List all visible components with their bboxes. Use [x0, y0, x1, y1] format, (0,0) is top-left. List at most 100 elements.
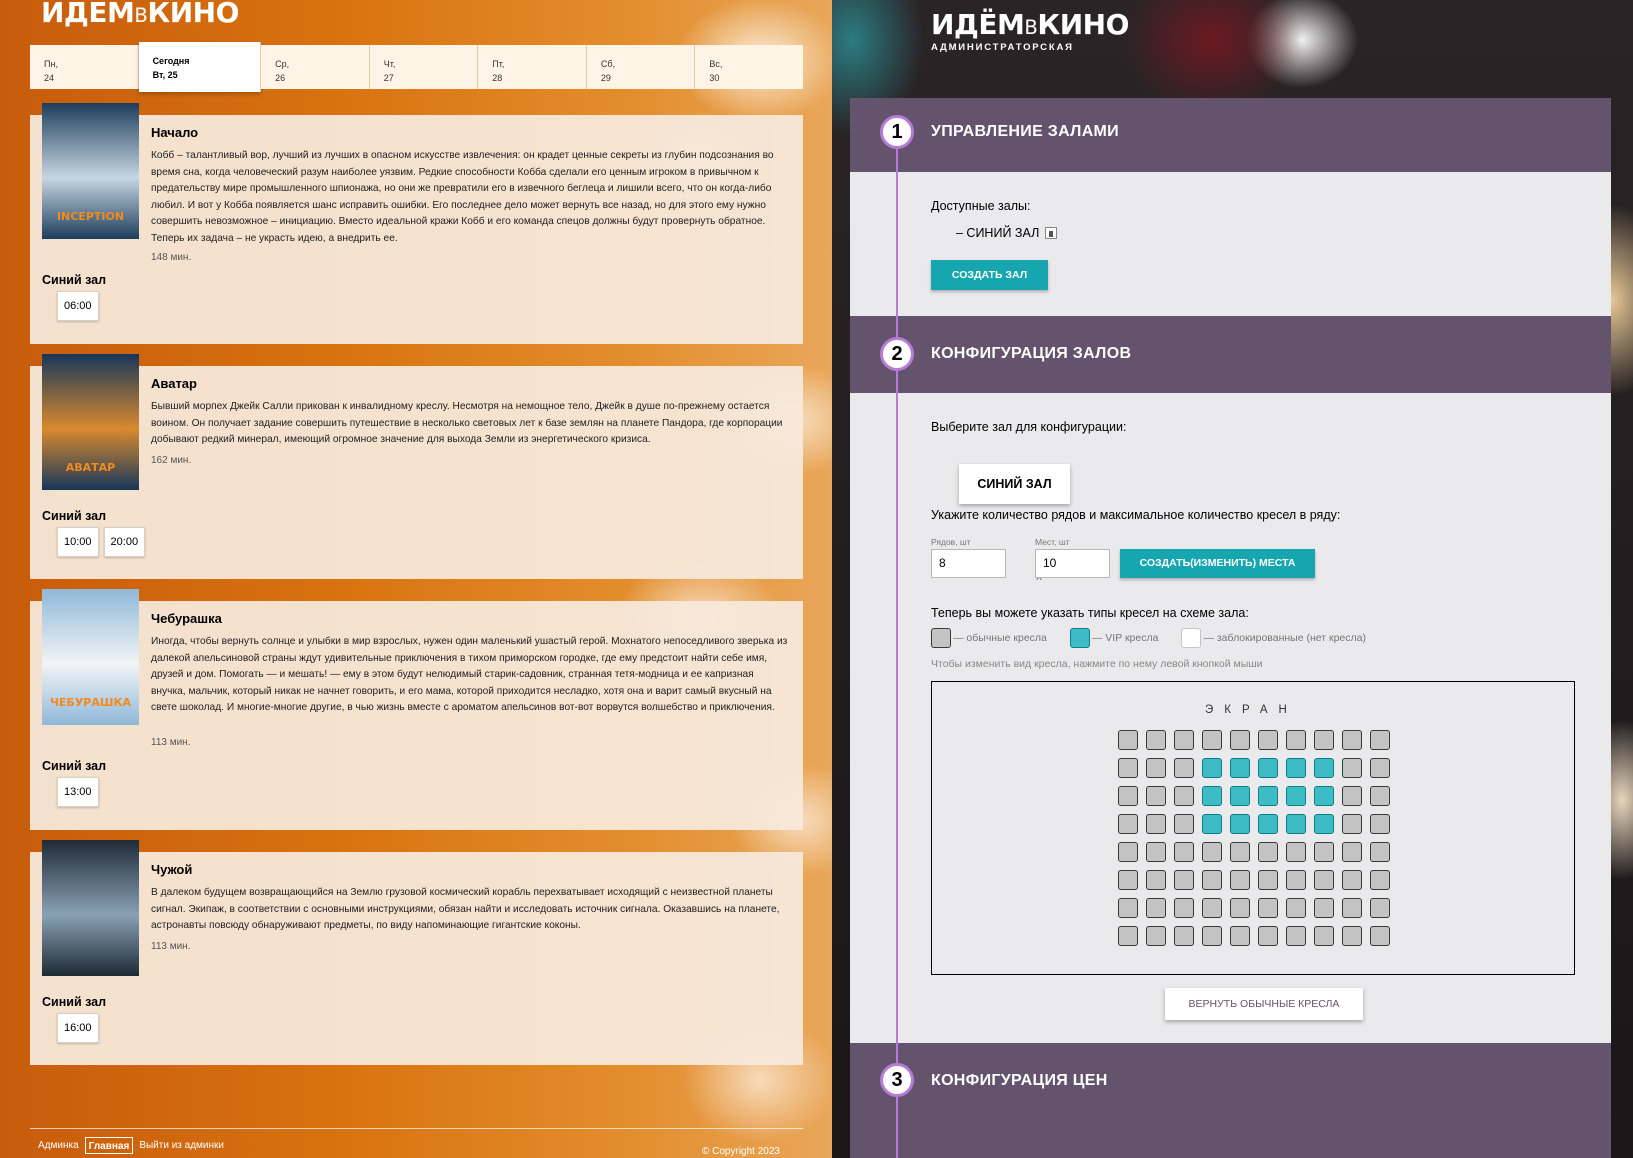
seat-standard[interactable] [1286, 926, 1306, 946]
seat-standard[interactable] [1118, 842, 1138, 862]
seat-standard[interactable] [1370, 730, 1390, 750]
seat-standard[interactable] [1286, 870, 1306, 890]
seat-standard[interactable] [1174, 926, 1194, 946]
seat-standard[interactable] [1118, 926, 1138, 946]
seat-standard[interactable] [1258, 926, 1278, 946]
seat-standard[interactable] [1118, 730, 1138, 750]
seat-standard[interactable] [1342, 730, 1362, 750]
seat-vip[interactable] [1258, 758, 1278, 778]
seat-standard[interactable] [1146, 870, 1166, 890]
day-tab[interactable]: Сегодня Вт, 25 [138, 42, 262, 92]
day-tab[interactable]: Ср, 26 [261, 45, 370, 89]
seat-standard[interactable] [1258, 842, 1278, 862]
seat-standard[interactable] [1286, 730, 1306, 750]
seat-standard[interactable] [1258, 898, 1278, 918]
seat-standard[interactable] [1370, 814, 1390, 834]
seat-standard[interactable] [1286, 898, 1306, 918]
seat-standard[interactable] [1118, 814, 1138, 834]
seat-standard[interactable] [1146, 898, 1166, 918]
day-tab[interactable]: Чт, 27 [369, 45, 479, 89]
session-time-button[interactable]: 16:00 [57, 1013, 99, 1043]
seat-standard[interactable] [1118, 898, 1138, 918]
seat-standard[interactable] [1258, 730, 1278, 750]
seat-standard[interactable] [1174, 758, 1194, 778]
seat-standard[interactable] [1370, 898, 1390, 918]
seat-vip[interactable] [1202, 758, 1222, 778]
seat-vip[interactable] [1286, 814, 1306, 834]
seat-standard[interactable] [1286, 842, 1306, 862]
seat-standard[interactable] [1314, 842, 1334, 862]
seat-vip[interactable] [1258, 786, 1278, 806]
seat-standard[interactable] [1146, 730, 1166, 750]
footer-link[interactable]: Главная [84, 1137, 134, 1154]
seat-standard[interactable] [1146, 758, 1166, 778]
seat-standard[interactable] [1146, 926, 1166, 946]
section-halls-header[interactable]: Управление залами [850, 98, 1611, 172]
seat-standard[interactable] [1202, 730, 1222, 750]
footer-link[interactable]: Админка [38, 1140, 79, 1151]
seat-standard[interactable] [1146, 786, 1166, 806]
seat-standard[interactable] [1258, 870, 1278, 890]
section-hall-config-header[interactable]: Конфигурация залов [850, 316, 1611, 393]
session-time-button[interactable]: 06:00 [57, 291, 99, 321]
seat-vip[interactable] [1230, 814, 1250, 834]
client-logo[interactable]: ИДЁМВКИНО [41, 0, 239, 29]
seat-standard[interactable] [1118, 758, 1138, 778]
seat-vip[interactable] [1314, 814, 1334, 834]
seat-standard[interactable] [1314, 870, 1334, 890]
seat-standard[interactable] [1314, 730, 1334, 750]
footer-link[interactable]: Выйти из админки [139, 1140, 224, 1151]
admin-logo[interactable]: ИДЁМВКИНО [931, 8, 1129, 41]
seat-standard[interactable] [1230, 926, 1250, 946]
seat-standard[interactable] [1174, 814, 1194, 834]
seat-standard[interactable] [1342, 758, 1362, 778]
day-tab[interactable]: Пт, 28 [478, 45, 587, 89]
seat-standard[interactable] [1342, 870, 1362, 890]
seat-standard[interactable] [1202, 842, 1222, 862]
seat-vip[interactable] [1314, 758, 1334, 778]
seat-vip[interactable] [1258, 814, 1278, 834]
seat-standard[interactable] [1342, 842, 1362, 862]
seat-vip[interactable] [1230, 758, 1250, 778]
trash-icon[interactable] [1045, 227, 1058, 239]
seat-standard[interactable] [1118, 870, 1138, 890]
session-time-button[interactable]: 13:00 [57, 777, 99, 807]
seat-standard[interactable] [1342, 786, 1362, 806]
day-tab[interactable]: Сб, 29 [586, 45, 696, 89]
seat-standard[interactable] [1174, 786, 1194, 806]
reset-seats-button[interactable]: Вернуть обычные кресла [1165, 988, 1363, 1020]
seat-standard[interactable] [1370, 870, 1390, 890]
create-hall-button[interactable]: Создать зал [931, 260, 1048, 290]
seat-standard[interactable] [1370, 842, 1390, 862]
create-seats-button[interactable]: Создать(изменить) места [1120, 549, 1315, 578]
seat-vip[interactable] [1230, 786, 1250, 806]
session-time-button[interactable]: 10:00 [57, 527, 99, 557]
day-tab[interactable]: Вс, 30 [695, 45, 803, 89]
seat-standard[interactable] [1342, 898, 1362, 918]
seat-vip[interactable] [1202, 814, 1222, 834]
day-tab[interactable]: Пн, 24 [30, 45, 139, 89]
seat-standard[interactable] [1230, 730, 1250, 750]
seat-standard[interactable] [1174, 870, 1194, 890]
seat-standard[interactable] [1370, 758, 1390, 778]
seat-standard[interactable] [1146, 842, 1166, 862]
seat-standard[interactable] [1174, 730, 1194, 750]
seat-standard[interactable] [1202, 898, 1222, 918]
hall-select-button[interactable]: Синий зал [959, 464, 1070, 504]
seat-vip[interactable] [1286, 786, 1306, 806]
seat-standard[interactable] [1314, 898, 1334, 918]
seat-standard[interactable] [1146, 814, 1166, 834]
section-prices-header[interactable]: Конфигурация цен [850, 1043, 1611, 1158]
seats-input[interactable]: 10 [1035, 549, 1110, 578]
seat-standard[interactable] [1202, 926, 1222, 946]
seat-standard[interactable] [1342, 926, 1362, 946]
seat-standard[interactable] [1174, 842, 1194, 862]
seat-standard[interactable] [1342, 814, 1362, 834]
rows-input[interactable]: 8 [931, 549, 1006, 578]
seat-vip[interactable] [1286, 758, 1306, 778]
seat-vip[interactable] [1202, 786, 1222, 806]
seat-standard[interactable] [1230, 842, 1250, 862]
seat-standard[interactable] [1314, 926, 1334, 946]
seat-standard[interactable] [1118, 786, 1138, 806]
seat-standard[interactable] [1230, 870, 1250, 890]
